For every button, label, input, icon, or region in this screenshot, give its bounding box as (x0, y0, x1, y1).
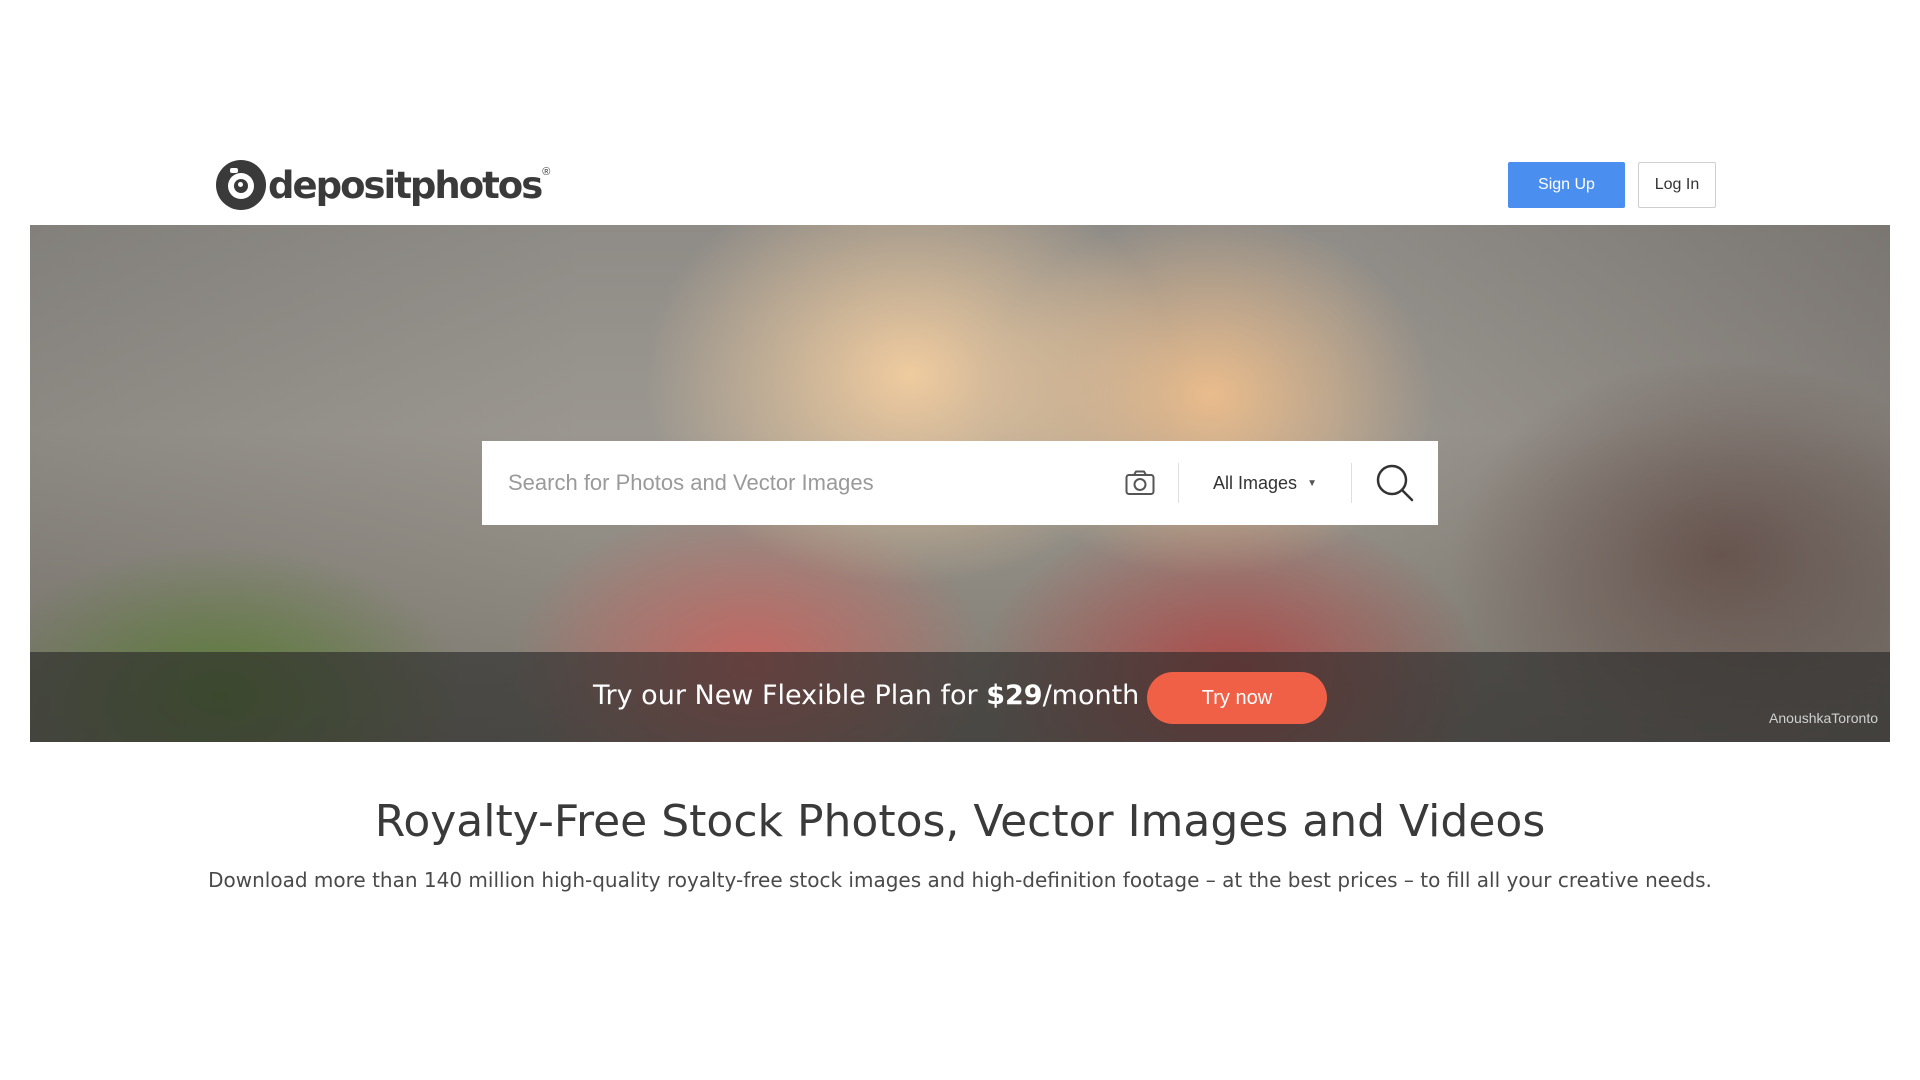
photo-credit: AnoushkaToronto (1769, 710, 1878, 726)
search-input[interactable] (482, 441, 1112, 525)
registered-mark: ® (542, 166, 551, 178)
page-headline: Royalty-Free Stock Photos, Vector Images… (374, 796, 1546, 847)
search-button[interactable] (1352, 441, 1438, 525)
visual-search-button[interactable] (1112, 441, 1168, 525)
promo-text-after: /month (1042, 680, 1140, 711)
promo-text-before: Try our New Flexible Plan for (593, 680, 987, 711)
promo-price: $29 (986, 680, 1043, 711)
promo-strip: Try our New Flexible Plan for $29/month … (30, 652, 1890, 742)
caret-down-icon: ▼ (1307, 477, 1317, 489)
search-icon (1376, 464, 1414, 502)
logo-text: depositphotos (268, 163, 543, 207)
page: depositphotos ® Sign Up Log In All Image… (0, 0, 1920, 1080)
log-in-button[interactable]: Log In (1638, 162, 1716, 208)
site-header: depositphotos ® Sign Up Log In (0, 150, 1920, 226)
sign-up-button[interactable]: Sign Up (1508, 162, 1625, 208)
logo[interactable]: depositphotos ® (216, 160, 550, 210)
dropdown-selected-value: All Images (1213, 472, 1298, 493)
camera-logo-icon (216, 160, 266, 210)
hero-banner: All Images ▼ Try our New Flexible Plan f… (30, 225, 1890, 742)
camera-icon (1125, 470, 1155, 495)
promo-text: Try our New Flexible Plan for $29/month (593, 680, 1139, 711)
page-subheadline: Download more than 140 million high-qual… (208, 868, 1712, 892)
try-now-button[interactable]: Try now (1147, 672, 1327, 724)
image-type-dropdown[interactable]: All Images ▼ (1179, 441, 1351, 525)
search-bar: All Images ▼ (482, 441, 1438, 525)
